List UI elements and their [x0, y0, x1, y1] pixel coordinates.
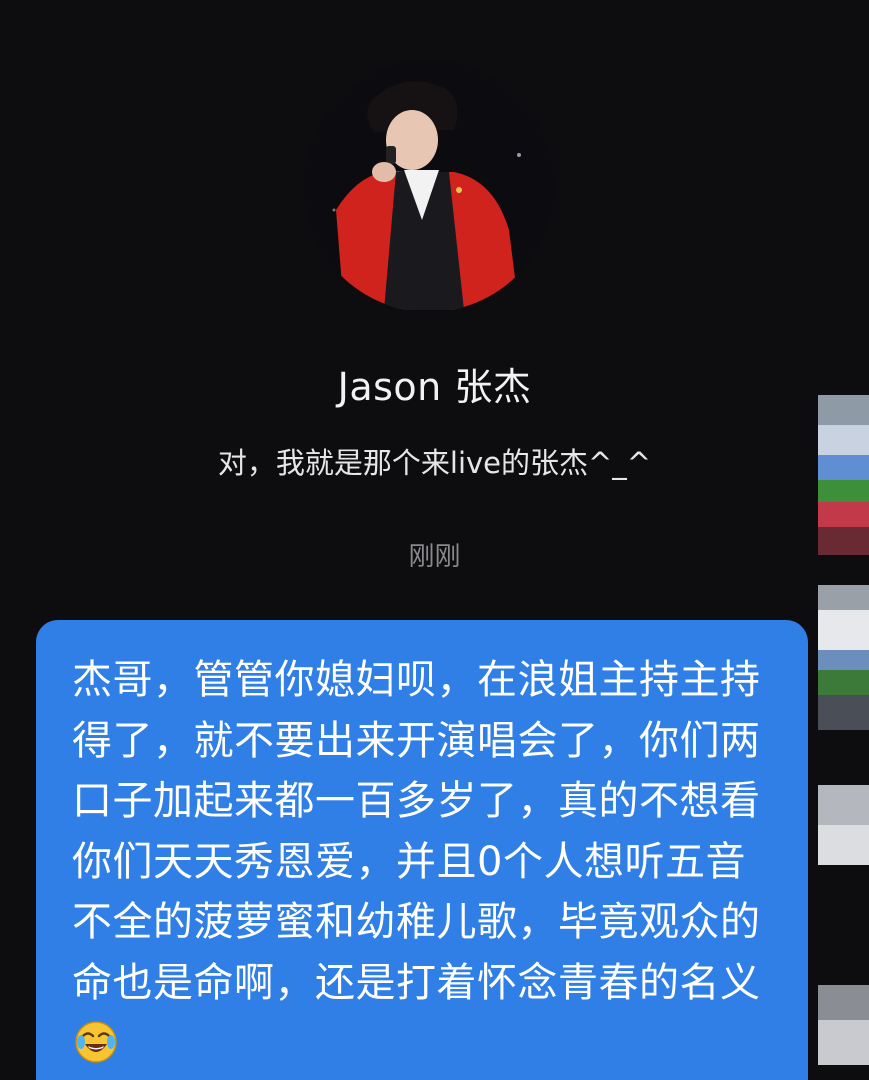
laughing-crying-emoji-icon [75, 1021, 117, 1063]
blurred-thumbnail [818, 585, 869, 730]
message-bubble[interactable]: 杰哥，管管你媳妇呗，在浪姐主持主持得了，就不要出来开演唱会了，你们两口子加起来都… [36, 620, 808, 1080]
message-content: 杰哥，管管你媳妇呗，在浪姐主持主持得了，就不要出来开演唱会了，你们两口子加起来都… [72, 650, 780, 1074]
message-timestamp: 刚刚 [408, 542, 461, 572]
profile-avatar[interactable] [304, 60, 554, 312]
blurred-thumbnail [818, 395, 869, 555]
blurred-thumbnail [818, 785, 869, 865]
profile-name: Jason 张杰 [337, 365, 532, 409]
blurred-thumbnail [818, 985, 869, 1065]
profile-bio: 对，我就是那个来live的张杰^_^ [217, 446, 652, 480]
singer-avatar-icon [304, 60, 554, 312]
message-text: 杰哥，管管你媳妇呗，在浪姐主持主持得了，就不要出来开演唱会了，你们两口子加起来都… [72, 657, 761, 1006]
chat-screen: Jason 张杰 对，我就是那个来live的张杰^_^ 刚刚 杰哥，管管你媳妇呗… [0, 0, 869, 1080]
